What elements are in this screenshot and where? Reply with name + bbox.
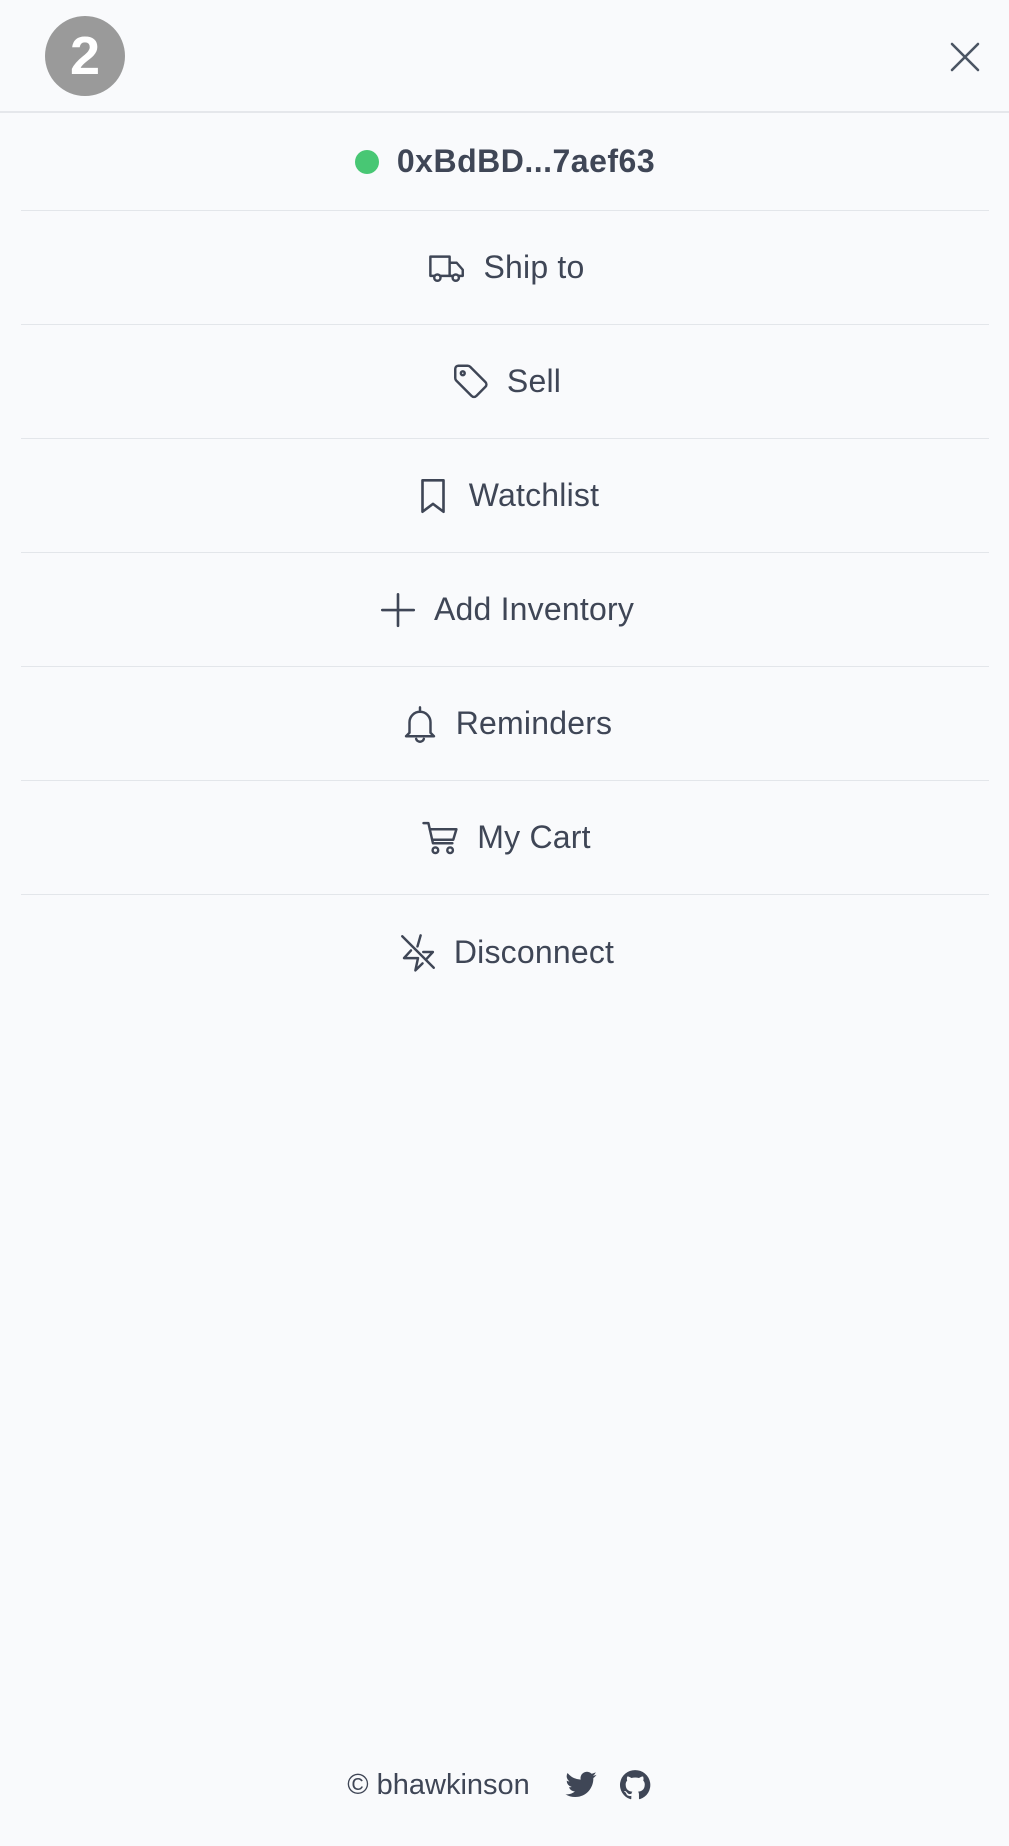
connection-status-dot bbox=[354, 149, 379, 174]
plus-icon bbox=[376, 588, 420, 632]
menu-item-reminders[interactable]: Reminders bbox=[21, 667, 989, 781]
menu-item-watchlist[interactable]: Watchlist bbox=[21, 439, 989, 553]
menu-item-label: Sell bbox=[506, 363, 562, 399]
bookmark-icon bbox=[411, 474, 455, 518]
menu-item-disconnect[interactable]: Disconnect bbox=[21, 895, 989, 1009]
tag-icon bbox=[449, 360, 493, 404]
menu-item-label: My Cart bbox=[477, 819, 591, 855]
menu-item-add-inventory[interactable]: Add Inventory bbox=[21, 553, 989, 667]
logo-glyph: 2 bbox=[70, 26, 100, 86]
twitter-link[interactable] bbox=[564, 1768, 598, 1802]
close-button[interactable] bbox=[944, 36, 986, 78]
top-bar: 2 bbox=[0, 0, 1009, 113]
menu-item-label: Reminders bbox=[455, 705, 613, 741]
logo[interactable]: 2 bbox=[44, 15, 126, 97]
bell-icon bbox=[398, 702, 442, 746]
menu-item-label: Add Inventory bbox=[433, 591, 635, 627]
zap-off-icon bbox=[396, 930, 440, 974]
menu-item-label: Watchlist bbox=[468, 477, 600, 513]
wallet-address: 0xBdBD...7aef63 bbox=[396, 143, 656, 179]
nav-menu: 0xBdBD...7aef63 Ship to Sell Watchlist A… bbox=[21, 113, 989, 1009]
side-menu-panel: 2 0xBdBD...7aef63 Ship to Sell Watchlist… bbox=[0, 0, 1009, 1846]
github-icon bbox=[619, 1770, 651, 1800]
copyright-text: © bhawkinson bbox=[347, 1768, 530, 1801]
wallet-address-row[interactable]: 0xBdBD...7aef63 bbox=[21, 113, 989, 211]
twitter-icon bbox=[565, 1771, 597, 1798]
footer: © bhawkinson bbox=[0, 1760, 1009, 1810]
menu-item-label: Disconnect bbox=[453, 933, 615, 970]
numbered-circle-logo-icon: 2 bbox=[45, 16, 125, 96]
menu-item-label: Ship to bbox=[483, 249, 585, 285]
menu-item-ship-to[interactable]: Ship to bbox=[21, 211, 989, 325]
truck-icon bbox=[425, 246, 469, 290]
menu-item-my-cart[interactable]: My Cart bbox=[21, 781, 989, 895]
close-icon bbox=[950, 42, 980, 72]
cart-icon bbox=[419, 816, 463, 860]
menu-item-sell[interactable]: Sell bbox=[21, 325, 989, 439]
github-link[interactable] bbox=[618, 1768, 652, 1802]
